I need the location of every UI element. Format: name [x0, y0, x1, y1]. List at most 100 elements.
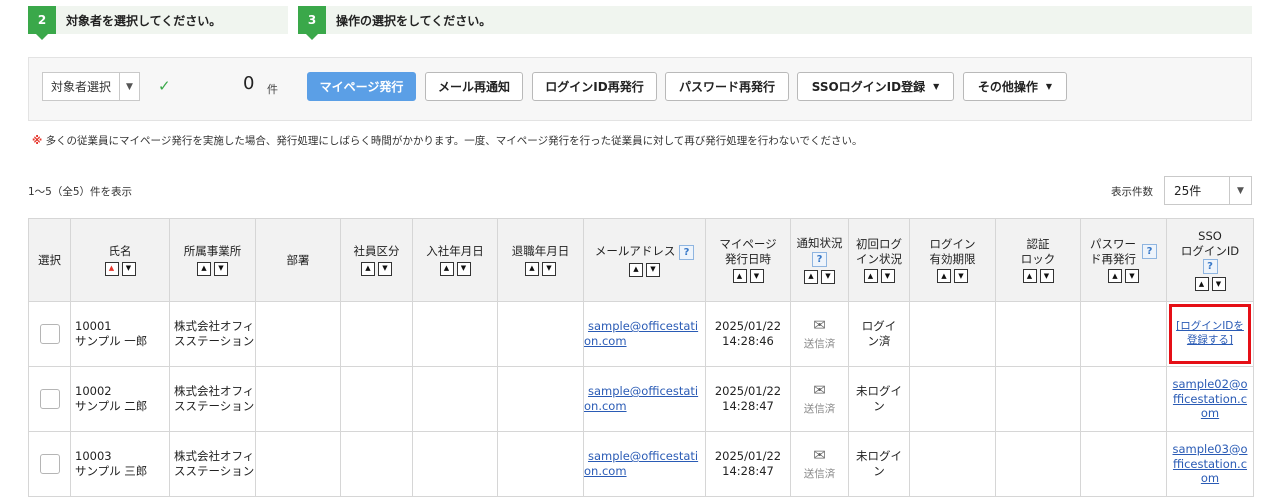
header-notify-status: 通知状況 ? ▲ ▼	[790, 218, 849, 302]
sort-desc-icon[interactable]: ▼	[378, 261, 392, 276]
button-label: SSOログインID登録	[811, 80, 926, 94]
sort-desc-icon[interactable]: ▼	[456, 261, 471, 276]
header-issued-at: マイページ 発行日時 ▲ ▼	[705, 218, 791, 302]
sort-desc-icon[interactable]: ▼	[121, 261, 136, 276]
sort-desc-icon[interactable]: ▼	[880, 269, 895, 284]
row-checkbox[interactable]	[39, 324, 60, 344]
sso-id-link[interactable]: sample02@officestation.com	[1173, 377, 1248, 421]
notice-text: ※ 多くの従業員にマイページ発行を実施した場合、発行処理にしばらく時間がかかりま…	[32, 133, 862, 148]
sort-asc-icon[interactable]: ▲	[1022, 269, 1037, 284]
header-dept: 部署	[255, 218, 341, 302]
target-select-label: 対象者選択	[50, 80, 111, 94]
mail-icon: ✉	[813, 446, 826, 465]
email-link[interactable]: sample@officestation.com	[584, 384, 698, 413]
sort-asc-icon[interactable]: ▲	[1108, 269, 1122, 284]
sort-desc-icon[interactable]: ▼	[1039, 269, 1054, 284]
sort-asc-icon[interactable]: ▲	[361, 261, 375, 276]
email-link[interactable]: sample@officestation.com	[584, 449, 698, 478]
mypage-issue-button[interactable]: マイページ発行	[307, 72, 416, 101]
mail-resend-button[interactable]: メール再通知	[425, 72, 523, 101]
help-icon[interactable]: ?	[1142, 244, 1157, 259]
sort-desc-icon[interactable]: ▼	[646, 262, 660, 277]
header-join-date: 入社年月日 ▲ ▼	[412, 218, 498, 302]
issued-time: 14:28:46	[722, 334, 774, 348]
step-number: 3	[298, 6, 326, 40]
step-bar: 2 対象者を選択してください。 3 操作の選択をしてください。	[28, 6, 1252, 40]
sort-desc-icon[interactable]: ▼	[542, 261, 556, 276]
table-row: 10001 サンプル 一郎 株式会社オフィスステーション sample@offi…	[28, 301, 1254, 367]
sso-register-button[interactable]: SSOログインID登録 ▼	[797, 72, 954, 101]
row-checkbox[interactable]	[39, 389, 60, 409]
sort-desc-icon[interactable]: ▼	[1125, 269, 1139, 284]
sort-desc-icon[interactable]: ▼	[749, 269, 764, 284]
login-status: 未ログイン	[848, 431, 910, 497]
sort-asc-icon[interactable]: ▲	[439, 261, 454, 276]
sort-desc-icon[interactable]: ▼	[954, 269, 968, 284]
header-select: 選択	[28, 218, 71, 302]
help-icon[interactable]: ?	[812, 251, 827, 267]
help-icon[interactable]: ?	[1202, 259, 1218, 275]
employee-id: 10003	[75, 449, 112, 464]
chevron-down-icon[interactable]: ▼	[119, 73, 139, 100]
login-status: 未ログイン	[848, 366, 910, 432]
employee-name: サンプル 一郎	[75, 334, 148, 348]
employee-name: サンプル 二郎	[75, 399, 148, 413]
caret-down-icon: ▼	[933, 82, 940, 91]
sort-desc-icon[interactable]: ▼	[821, 269, 835, 284]
issued-time: 14:28:47	[722, 464, 774, 478]
sort-desc-icon[interactable]: ▼	[1211, 277, 1226, 292]
sort-asc-icon[interactable]: ▲	[732, 269, 747, 284]
employee-id: 10001	[75, 319, 112, 334]
sso-id-link[interactable]: sample03@officestation.com	[1173, 442, 1248, 486]
button-label: その他操作	[977, 80, 1038, 94]
loginid-reissue-button[interactable]: ログインID再発行	[532, 72, 657, 101]
help-icon[interactable]: ?	[679, 244, 695, 260]
notice-mark: ※	[32, 135, 43, 147]
chevron-down-icon[interactable]: ▼	[1229, 177, 1251, 204]
header-emp-type: 社員区分 ▲ ▼	[340, 218, 413, 302]
sort-asc-icon[interactable]: ▲	[525, 261, 539, 276]
mail-icon: ✉	[813, 316, 826, 335]
issued-date: 2025/01/22	[714, 449, 782, 464]
notify-status: 送信済	[803, 337, 836, 350]
highlight-box	[1169, 304, 1251, 364]
header-auth-lock: 認証 ロック ▲ ▼	[995, 218, 1081, 302]
employee-name: サンプル 三郎	[75, 464, 148, 478]
sort-asc-icon[interactable]: ▲	[937, 269, 951, 284]
password-reissue-button[interactable]: パスワード再発行	[665, 72, 789, 101]
sort-asc-icon[interactable]: ▲	[863, 269, 878, 284]
target-select[interactable]: 対象者選択 ▼	[42, 72, 140, 101]
header-pw-reissue: パスワー ド再発行 ? ▲ ▼	[1080, 218, 1167, 302]
issued-time: 14:28:47	[722, 399, 774, 413]
step-2: 2 対象者を選択してください。	[28, 6, 288, 40]
button-label: メール再通知	[437, 80, 510, 94]
sort-asc-icon[interactable]: ▲	[1194, 277, 1209, 292]
step-number: 2	[28, 6, 56, 40]
sort-asc-icon[interactable]: ▲	[804, 269, 818, 284]
sort-asc-icon[interactable]: ▲	[197, 261, 211, 276]
email-link[interactable]: sample@officestation.com	[584, 319, 698, 348]
step-text: 操作の選択をしてください。	[336, 13, 492, 28]
login-status: ログイン済	[848, 301, 910, 367]
check-icon: ✓	[158, 77, 171, 95]
button-label: パスワード再発行	[678, 80, 775, 94]
perpage-select[interactable]: 25件 ▼	[1164, 176, 1252, 205]
header-office: 所属事業所 ▲ ▼	[169, 218, 256, 302]
perpage-value: 25件	[1174, 184, 1202, 198]
notify-status: 送信済	[803, 467, 836, 480]
issued-date: 2025/01/22	[714, 384, 782, 399]
step-3: 3 操作の選択をしてください。	[298, 6, 1252, 40]
step-text: 対象者を選択してください。	[66, 13, 222, 28]
other-ops-button[interactable]: その他操作 ▼	[963, 72, 1067, 101]
table-row: 10003 サンプル 三郎 株式会社オフィスステーション sample@offi…	[28, 431, 1254, 497]
button-label: ログインID再発行	[545, 80, 644, 94]
row-checkbox[interactable]	[39, 454, 60, 474]
employee-table: 選択 氏名 ▲ ▼ 所属事業所 ▲ ▼ 部署 社員区分 ▲ ▼ 入社年月日 ▲ ▼ 退職…	[28, 218, 1254, 497]
action-panel: 対象者選択 ▼ ✓ 0 件 マイページ発行 メール再通知 ログインID再発行 パ…	[28, 57, 1252, 121]
sort-desc-icon[interactable]: ▼	[214, 261, 228, 276]
header-leave-date: 退職年月日 ▲ ▼	[497, 218, 584, 302]
sort-asc-icon[interactable]: ▲	[629, 262, 643, 277]
sort-asc-icon[interactable]: ▲	[104, 261, 119, 276]
header-name: 氏名 ▲ ▼	[70, 218, 170, 302]
issued-date: 2025/01/22	[714, 319, 782, 334]
